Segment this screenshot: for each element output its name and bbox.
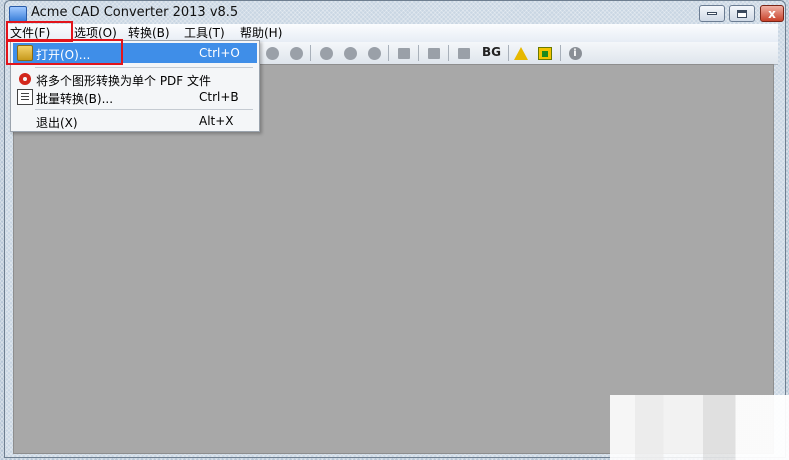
toolbar-separator (508, 45, 509, 61)
home-icon[interactable] (537, 45, 553, 61)
file-menu-dropdown: 打开(O)... Ctrl+O 将多个图形转换为单个 PDF 文件 批量转换(B… (10, 40, 260, 132)
menu-separator (35, 109, 253, 110)
close-icon: x (768, 6, 776, 21)
menu-item-shortcut: Ctrl+O (199, 46, 240, 60)
menu-tools[interactable]: 工具(T) (184, 25, 225, 41)
menu-item-open[interactable]: 打开(O)... Ctrl+O (13, 43, 257, 63)
minimize-icon (707, 12, 717, 15)
toolbar-separator (388, 45, 389, 61)
layout-icon[interactable] (426, 45, 442, 61)
app-icon[interactable] (9, 6, 27, 22)
batch-convert-icon (17, 89, 33, 105)
view-icon[interactable] (366, 45, 382, 61)
menu-item-shortcut: Ctrl+B (199, 90, 239, 104)
toolbar-separator (448, 45, 449, 61)
watermark-blur (610, 395, 789, 460)
toolbar-separator (560, 45, 561, 61)
menu-options[interactable]: 选项(O) (74, 25, 117, 41)
folder-open-icon (17, 45, 33, 61)
toolbar-separator (418, 45, 419, 61)
menu-item-batch-convert[interactable]: 批量转换(B)... Ctrl+B (13, 87, 257, 107)
menu-item-label: 退出(X) (36, 116, 78, 130)
menu-item-exit[interactable]: 退出(X) Alt+X (13, 111, 257, 131)
close-button[interactable]: x (760, 5, 784, 22)
title-bar[interactable]: Acme CAD Converter 2013 v8.5 x (5, 1, 785, 25)
zoom-extents-icon[interactable] (342, 45, 358, 61)
layer-icon[interactable] (396, 45, 412, 61)
menu-separator (35, 67, 253, 68)
bg-color-button[interactable]: BG (482, 45, 501, 59)
minimize-button[interactable] (699, 5, 725, 22)
menu-convert[interactable]: 转换(B) (128, 25, 170, 41)
menu-file[interactable]: 文件(F) (10, 25, 50, 41)
menu-item-label: 打开(O)... (36, 48, 91, 62)
maximize-icon (737, 9, 747, 18)
window-title: Acme CAD Converter 2013 v8.5 (31, 5, 239, 20)
maximize-button[interactable] (729, 5, 755, 22)
menu-item-multi-to-pdf[interactable]: 将多个图形转换为单个 PDF 文件 (13, 69, 257, 89)
info-icon[interactable]: i (567, 45, 583, 61)
menu-item-shortcut: Alt+X (199, 114, 234, 128)
warning-icon[interactable] (513, 45, 529, 61)
zoom-out-icon[interactable] (264, 45, 280, 61)
menu-item-label: 批量转换(B)... (36, 92, 114, 106)
frame-icon[interactable] (456, 45, 472, 61)
toolbar-separator (310, 45, 311, 61)
menu-help[interactable]: 帮助(H) (240, 25, 282, 41)
pdf-icon (17, 71, 33, 87)
zoom-window-icon[interactable] (288, 45, 304, 61)
zoom-in-icon[interactable] (318, 45, 334, 61)
